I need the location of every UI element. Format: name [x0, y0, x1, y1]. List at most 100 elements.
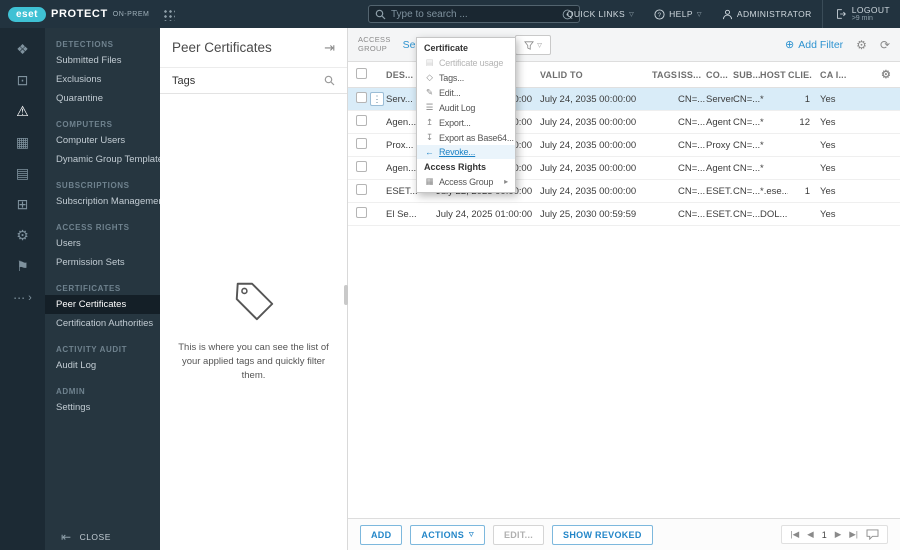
sidebar-item-permission-sets[interactable]: Permission Sets	[45, 253, 160, 272]
section-title-activity-audit: ACTIVITY AUDIT	[56, 345, 128, 354]
sidebar-item-peer-certificates[interactable]: Peer Certificates	[45, 295, 160, 314]
menu-item-export-base64[interactable]: ↧ Export as Base64...	[417, 130, 515, 145]
eset-protect-console: eset PROTECT ON-PREM QUICK LINKS ▽ ? HEL…	[0, 0, 900, 550]
table-row[interactable]: El Se... July 24, 2025 01:00:00 July 25,…	[348, 203, 900, 226]
edit-pencil-icon: ✎	[426, 87, 433, 97]
refresh-icon[interactable]: ⟳	[880, 38, 890, 52]
tags-search-icon[interactable]	[324, 75, 335, 86]
section-title-detections: DETECTIONS	[56, 40, 114, 49]
col-header-ca[interactable]: CA I...	[812, 70, 848, 80]
sidebar-item-users[interactable]: Users	[45, 234, 160, 253]
apps-grid-icon[interactable]	[162, 7, 176, 21]
table-footer: ADD ACTIONS ▽ EDIT... SHOW REVOKED |◀ ◀ …	[348, 518, 900, 550]
sidebar-item-certification-authorities[interactable]: Certification Authorities	[45, 314, 160, 333]
edit-button: EDIT...	[492, 524, 545, 545]
menu-item-certificate-usage: ▤ Certificate usage	[425, 57, 504, 68]
feedback-bubble-icon[interactable]	[866, 529, 879, 540]
computers-icon[interactable]: ⊡	[0, 65, 45, 96]
sidebar-item-audit-log[interactable]: Audit Log	[45, 356, 160, 375]
menu-item-access-group[interactable]: ▦ Access Group ▸	[417, 174, 515, 189]
detections-icon[interactable]: ⚠	[0, 96, 45, 127]
col-header-clients[interactable]: CLIE...	[788, 70, 812, 80]
certificate-usage-icon: ▤	[425, 57, 434, 67]
export-icon: ↥	[426, 117, 433, 127]
first-page-icon[interactable]: |◀	[790, 529, 799, 540]
filter-preset-button[interactable]: ▽	[515, 35, 551, 55]
sidebar-item-computer-users[interactable]: Computer Users	[45, 131, 160, 150]
chevron-down-icon: ▽	[696, 11, 702, 18]
menu-item-export[interactable]: ↥ Export...	[417, 115, 515, 130]
menu-item-audit-log[interactable]: ☰ Audit Log	[417, 100, 515, 115]
user-menu[interactable]: ADMINISTRATOR	[712, 0, 822, 28]
help-label: HELP	[669, 9, 693, 19]
revoke-arrow-icon: ←	[425, 147, 434, 157]
help-icon: ?	[654, 8, 665, 20]
sidebar-item-exclusions[interactable]: Exclusions	[45, 70, 160, 89]
sidebar-item-quarantine[interactable]: Quarantine	[45, 89, 160, 108]
logout-timer: >9 min	[851, 14, 873, 22]
table-settings-gear-icon[interactable]: ⚙	[856, 38, 867, 52]
reports-icon[interactable]: ▦	[0, 127, 45, 158]
row-checkbox[interactable]	[356, 138, 367, 149]
access-group-icon: ▦	[425, 176, 434, 186]
menu-item-edit[interactable]: ✎ Edit...	[417, 85, 515, 100]
context-menu-section-title: Certificate	[424, 43, 469, 53]
row-checkbox[interactable]	[356, 115, 367, 126]
chevron-down-icon: ▽	[469, 532, 474, 538]
tags-panel: Peer Certificates ⇥ Tags This is where y…	[160, 28, 348, 550]
quick-links-menu[interactable]: QUICK LINKS ▽	[557, 0, 644, 28]
row-context-menu-button[interactable]: ⋮	[370, 92, 384, 106]
user-icon	[722, 9, 732, 19]
close-sidebar-button[interactable]: ⇤ CLOSE	[45, 530, 160, 544]
column-settings-gear-icon[interactable]: ⚙	[881, 68, 900, 81]
add-filter-button[interactable]: ⊕ Add Filter	[785, 38, 843, 52]
row-checkbox[interactable]	[356, 161, 367, 172]
select-all-checkbox[interactable]	[356, 68, 367, 79]
brand: eset PROTECT ON-PREM	[0, 6, 176, 22]
tasks-icon[interactable]: ▤	[0, 158, 45, 189]
global-search	[368, 5, 580, 23]
row-checkbox[interactable]	[356, 92, 367, 103]
plus-circle-icon: ⊕	[785, 39, 795, 51]
show-revoked-button[interactable]: SHOW REVOKED	[552, 524, 653, 545]
policies-icon[interactable]: ⚙	[0, 220, 45, 251]
sidebar-item-settings[interactable]: Settings	[45, 398, 160, 417]
chevron-down-icon: ▽	[629, 11, 635, 18]
section-title-access-rights: ACCESS RIGHTS	[56, 223, 130, 232]
search-icon	[375, 9, 386, 19]
collapse-panel-icon[interactable]: ⇥	[324, 40, 335, 56]
menu-item-tags[interactable]: ◇ Tags...	[417, 70, 515, 85]
actions-button[interactable]: ACTIONS ▽	[410, 524, 485, 545]
notifications-icon[interactable]: ⚑	[0, 251, 45, 282]
next-page-icon[interactable]: ▶	[835, 529, 842, 540]
page-title: Peer Certificates	[172, 40, 272, 55]
last-page-icon[interactable]: ▶|	[849, 529, 858, 540]
row-checkbox[interactable]	[356, 207, 367, 218]
add-button[interactable]: ADD	[360, 524, 403, 545]
sidebar-item-subscription-management[interactable]: Subscription Management	[45, 192, 160, 211]
menu-item-revoke[interactable]: ← Revoke...	[417, 145, 515, 159]
installers-icon[interactable]: ⊞	[0, 189, 45, 220]
sidebar-item-dynamic-group-templates[interactable]: Dynamic Group Templates	[45, 150, 160, 169]
col-header-host[interactable]: HOST	[760, 70, 788, 80]
logout-button[interactable]: LOGOUT >9 min	[821, 0, 900, 28]
topbar-right: QUICK LINKS ▽ ? HELP ▽ ADMINISTRATOR LOG…	[557, 0, 900, 28]
col-header-product[interactable]: CO...	[706, 70, 733, 80]
more-icon: ⋯	[13, 290, 26, 305]
col-header-subject[interactable]: SUB...	[733, 70, 760, 80]
sidebar-item-submitted-files[interactable]: Submitted Files	[45, 51, 160, 70]
help-menu[interactable]: ? HELP ▽	[644, 0, 712, 28]
col-header-tags[interactable]: TAGS	[652, 70, 678, 80]
export-base64-icon: ↧	[426, 132, 433, 142]
scrollbar-thumb[interactable]	[344, 285, 348, 305]
search-input[interactable]	[391, 8, 557, 20]
col-header-issuer[interactable]: ISS...	[678, 70, 706, 80]
access-group-button[interactable]: ACCESS GROUP	[358, 35, 391, 53]
dashboard-icon[interactable]: ❖	[0, 34, 45, 65]
row-checkbox[interactable]	[356, 184, 367, 195]
col-header-valid-to[interactable]: VALID TO	[540, 70, 652, 80]
previous-page-icon[interactable]: ◀	[807, 529, 814, 540]
product-name: PROTECT	[51, 8, 108, 20]
more-menu-button[interactable]: ⋯ ›	[0, 282, 45, 313]
pagination: |◀ ◀ 1 ▶ ▶|	[781, 525, 888, 544]
